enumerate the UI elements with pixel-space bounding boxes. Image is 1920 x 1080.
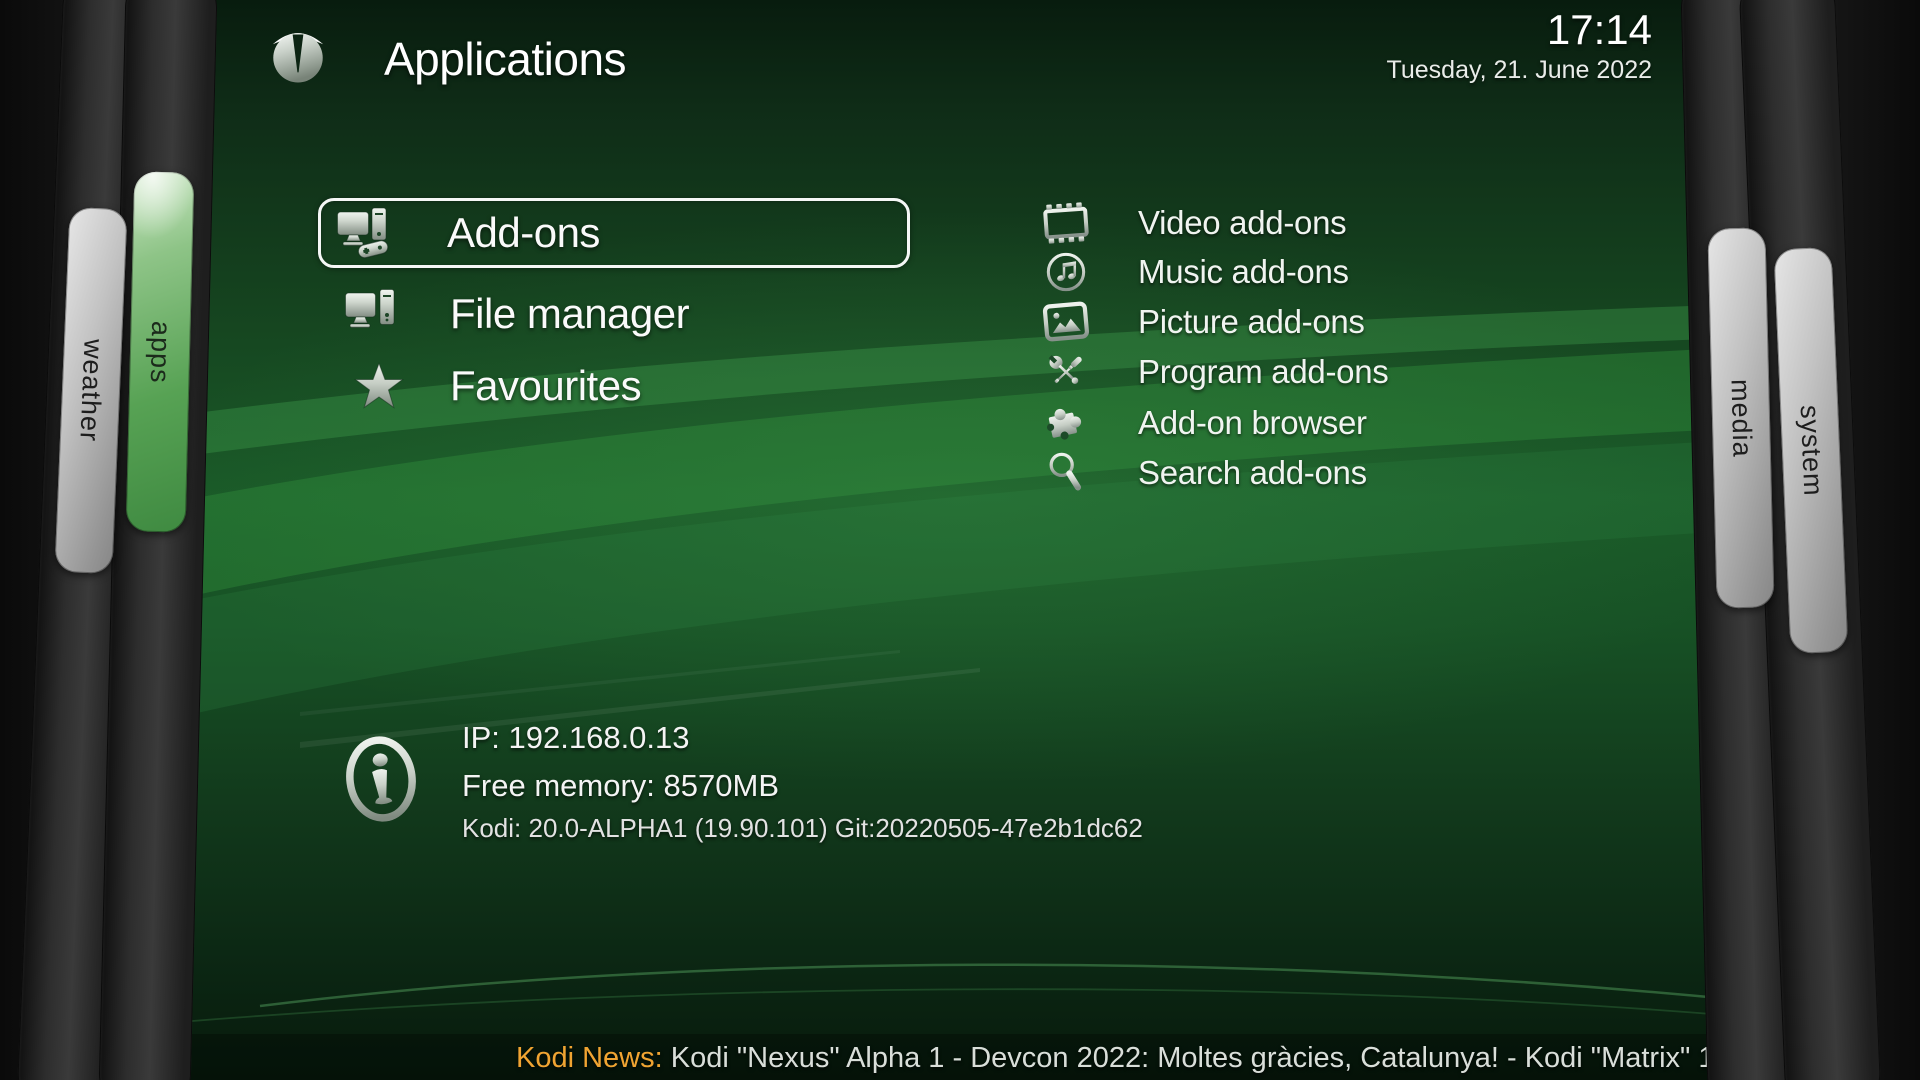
clock-date: Tuesday, 21. June 2022 <box>1387 56 1652 85</box>
sidebar-tab-label: media <box>1725 378 1758 457</box>
page-title: Applications <box>384 32 626 86</box>
sidebar-tab-apps[interactable]: apps <box>126 171 195 532</box>
header: Applications 17:14 Tuesday, 21. June 202… <box>0 0 1920 1080</box>
clock-block: 17:14 Tuesday, 21. June 2022 <box>1387 6 1652 85</box>
sidebar-tab-label: apps <box>144 320 177 383</box>
clock-time: 17:14 <box>1387 6 1652 54</box>
titan-logo-icon <box>266 20 330 84</box>
sidebar-tab-media[interactable]: media <box>1707 227 1774 608</box>
kodi-home-screen: Add-ons File manager <box>0 0 1920 1080</box>
sidebar-tab-label: system <box>1794 404 1829 497</box>
sidebar-tab-label: weather <box>73 338 108 442</box>
